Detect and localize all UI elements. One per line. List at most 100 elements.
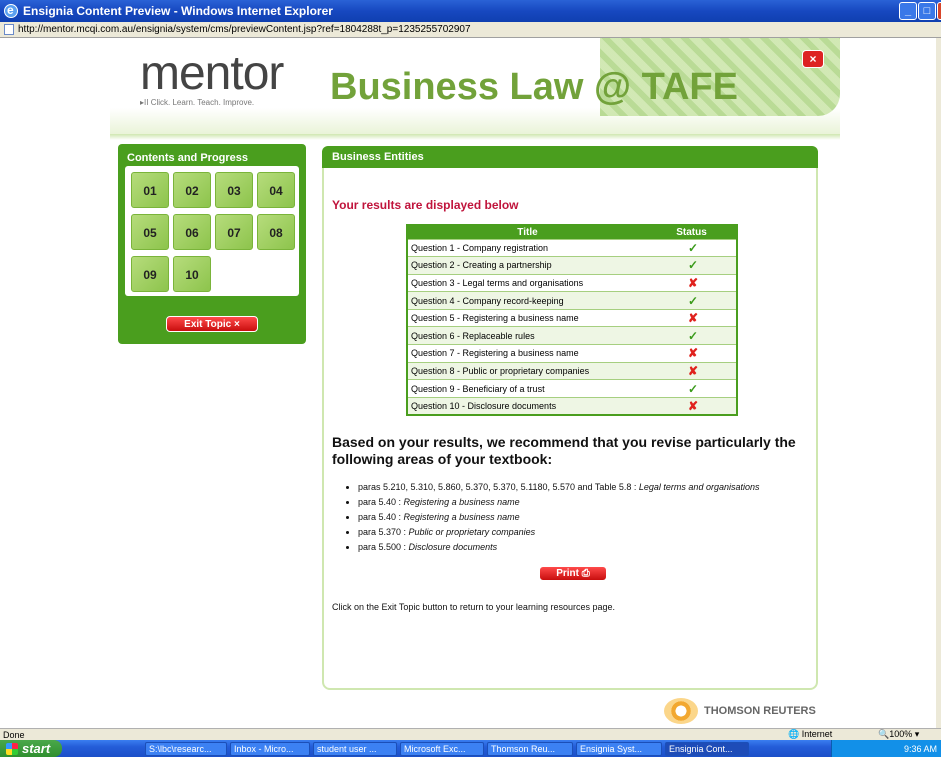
task-thomson[interactable]: Thomson Reu... — [487, 741, 573, 756]
tile-08[interactable]: 08 — [257, 214, 295, 250]
maximize-button[interactable]: □ — [918, 2, 936, 20]
url-text[interactable]: http://mentor.mcqi.com.au/ensignia/syste… — [18, 24, 471, 35]
revision-item: para 5.40 : Registering a business name — [358, 512, 816, 527]
minimize-button[interactable]: _ — [899, 2, 917, 20]
logo-tagline: ▸II Click. Learn. Teach. Improve. — [140, 98, 255, 107]
question-tiles: 01 02 03 04 05 06 07 08 09 10 — [125, 166, 299, 296]
table-row: Question 9 - Beneficiary of a trust ✓ — [407, 379, 737, 398]
tile-05[interactable]: 05 — [131, 214, 169, 250]
task-excel[interactable]: Microsoft Exc... — [400, 741, 484, 756]
table-row: Question 10 - Disclosure documents ✘ — [407, 396, 737, 415]
system-tray: 9:36 AM — [831, 740, 941, 757]
address-bar[interactable]: http://mentor.mcqi.com.au/ensignia/syste… — [0, 22, 941, 38]
exit-topic-button[interactable]: Exit Topic × — [166, 316, 258, 332]
taskbar: start S:\lbc\researc... Inbox - Micro...… — [0, 740, 941, 757]
results-heading: Your results are displayed below — [332, 198, 519, 212]
tile-01[interactable]: 01 — [131, 172, 169, 208]
correct-icon: ✓ — [647, 291, 737, 310]
panel-title: Contents and Progress — [127, 152, 249, 164]
tile-09[interactable]: 09 — [131, 256, 169, 292]
zone-text: 🌐 Internet — [788, 729, 833, 739]
question-title: Question 10 - Disclosure documents — [407, 396, 647, 415]
incorrect-icon: ✘ — [647, 273, 737, 292]
recommend-heading: Based on your results, we recommend that… — [332, 434, 796, 467]
window-titlebar: Ensignia Content Preview - Windows Inter… — [0, 0, 941, 22]
task-folder[interactable]: S:\lbc\researc... — [145, 741, 227, 756]
status-text: Done — [3, 729, 25, 740]
table-row: Question 1 - Company registration ✓ — [407, 238, 737, 257]
page-icon — [4, 24, 14, 35]
ie-icon — [4, 3, 18, 18]
close-window-button[interactable]: × — [937, 2, 941, 20]
window-title: Ensignia Content Preview - Windows Inter… — [23, 4, 333, 18]
results-panel: Business Entities Your results are displ… — [322, 146, 818, 690]
table-row: Question 4 - Company record-keeping ✓ — [407, 291, 737, 310]
col-title: Title — [407, 225, 647, 239]
topic: Legal terms and organisations — [638, 482, 760, 492]
question-title: Question 8 - Public or proprietary compa… — [407, 361, 647, 380]
question-title: Question 6 - Replaceable rules — [407, 326, 647, 345]
question-title: Question 9 - Beneficiary of a trust — [407, 379, 647, 398]
header-divider — [110, 134, 840, 140]
incorrect-icon: ✘ — [647, 396, 737, 415]
correct-icon: ✓ — [647, 256, 737, 275]
revision-areas: paras 5.210, 5.310, 5.860, 5.370, 5.370,… — [346, 482, 816, 557]
task-ensignia-syst[interactable]: Ensignia Syst... — [576, 741, 662, 756]
thomson-reuters-logo: THOMSON REUTERS — [664, 698, 816, 724]
question-title: Question 5 - Registering a business name — [407, 308, 647, 327]
contents-progress-panel: Contents and Progress 01 02 03 04 05 06 … — [118, 144, 306, 344]
table-row: Question 3 - Legal terms and organisatio… — [407, 273, 737, 292]
question-title: Question 3 - Legal terms and organisatio… — [407, 273, 647, 292]
table-row: Question 2 - Creating a partnership ✓ — [407, 256, 737, 275]
start-button[interactable]: start — [0, 740, 62, 757]
revision-item: para 5.500 : Disclosure documents — [358, 542, 816, 557]
tile-06[interactable]: 06 — [173, 214, 211, 250]
task-student[interactable]: student user ... — [313, 741, 397, 756]
correct-icon: ✓ — [647, 238, 737, 257]
reuters-orb-icon — [664, 698, 698, 724]
question-title: Question 2 - Creating a partnership — [407, 256, 647, 275]
para-ref: para 5.40 : — [358, 497, 404, 507]
incorrect-icon: ✘ — [647, 344, 737, 363]
question-title: Question 1 - Company registration — [407, 238, 647, 257]
close-topic-button[interactable]: × — [802, 50, 824, 68]
topic: Registering a business name — [403, 497, 520, 507]
table-row: Question 5 - Registering a business name… — [407, 308, 737, 327]
incorrect-icon: ✘ — [647, 308, 737, 327]
mentor-logo: mentor — [140, 47, 284, 100]
revision-item: para 5.40 : Registering a business name — [358, 497, 816, 512]
correct-icon: ✓ — [647, 326, 737, 345]
question-title: Question 7 - Registering a business name — [407, 344, 647, 363]
tile-10[interactable]: 10 — [173, 256, 211, 292]
para-ref: paras 5.210, 5.310, 5.860, 5.370, 5.370,… — [358, 482, 639, 492]
tile-02[interactable]: 02 — [173, 172, 211, 208]
task-inbox[interactable]: Inbox - Micro... — [230, 741, 310, 756]
revision-item: paras 5.210, 5.310, 5.860, 5.370, 5.370,… — [358, 482, 816, 497]
printer-icon: ⎙ — [581, 568, 590, 579]
table-row: Question 8 - Public or proprietary compa… — [407, 361, 737, 380]
question-title: Question 4 - Company record-keeping — [407, 291, 647, 310]
vertical-scrollbar[interactable] — [936, 38, 941, 728]
status-bar: Done 🌐 Internet 🔍100% ▾ — [0, 728, 941, 740]
correct-icon: ✓ — [647, 379, 737, 398]
incorrect-icon: ✘ — [647, 361, 737, 380]
ie-window: Ensignia Content Preview - Windows Inter… — [0, 0, 941, 757]
course-title: Business Law @ TAFE — [330, 66, 738, 108]
page-content: mentor ▸II Click. Learn. Teach. Improve.… — [0, 38, 936, 728]
table-row: Question 6 - Replaceable rules ✓ — [407, 326, 737, 345]
revision-item: para 5.370 : Public or proprietary compa… — [358, 527, 816, 542]
para-ref: para 5.500 : — [358, 542, 409, 552]
task-ensignia-cont[interactable]: Ensignia Cont... — [665, 741, 749, 756]
topic: Disclosure documents — [408, 542, 498, 552]
windows-flag-icon — [6, 742, 18, 755]
tile-03[interactable]: 03 — [215, 172, 253, 208]
results-table: Title Status Question 1 - Company regist… — [406, 224, 738, 416]
col-status: Status — [647, 225, 737, 239]
print-button[interactable]: Print ⎙ — [539, 566, 607, 581]
tile-04[interactable]: 04 — [257, 172, 295, 208]
exit-note: Click on the Exit Topic button to return… — [332, 602, 615, 612]
zoom-level[interactable]: 🔍100% ▾ — [878, 729, 919, 740]
topic: Public or proprietary companies — [408, 527, 536, 537]
tile-07[interactable]: 07 — [215, 214, 253, 250]
section-title: Business Entities — [322, 146, 818, 168]
